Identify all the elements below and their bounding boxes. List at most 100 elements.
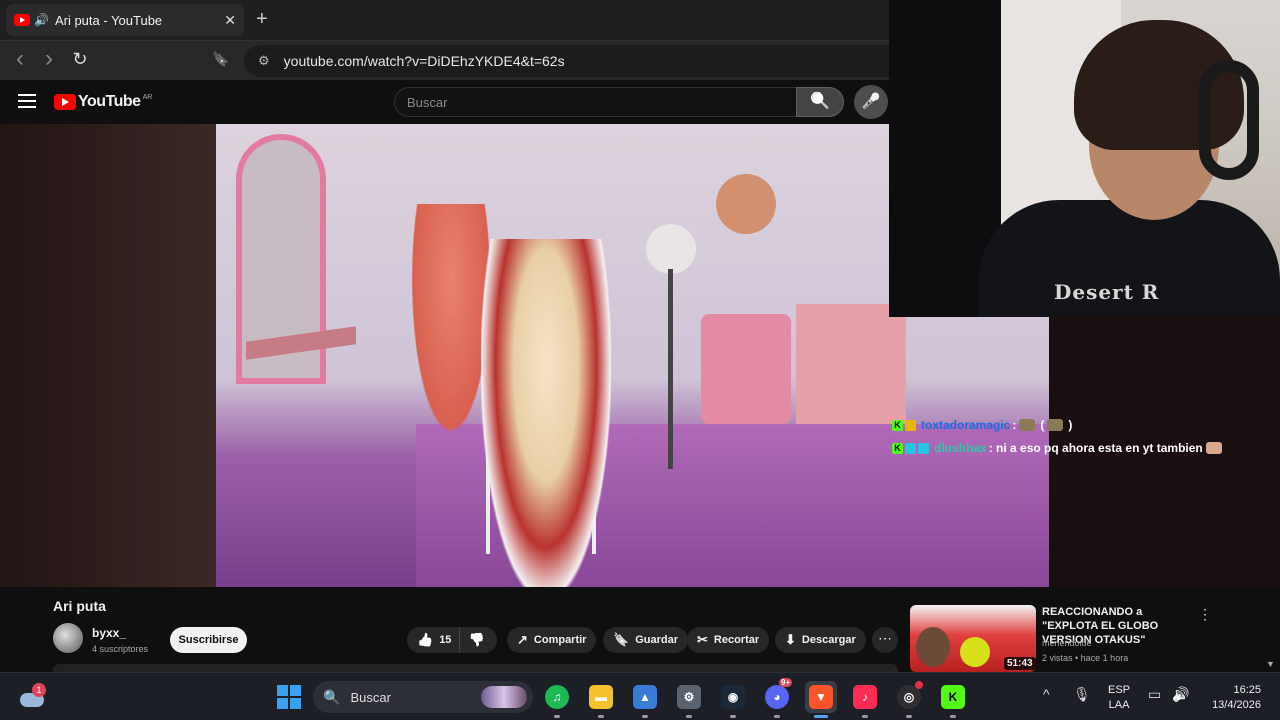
subscribe-button[interactable]: Suscribirse bbox=[170, 627, 247, 653]
thumbnail-face bbox=[916, 627, 950, 667]
youtube-logo[interactable]: YouTube AR bbox=[54, 93, 152, 111]
tiktok-glyph: ♪ bbox=[853, 685, 877, 709]
volume-icon[interactable]: 🔊 bbox=[1172, 686, 1189, 703]
taskbar-app-discord-icon[interactable]: ◕ 9+ bbox=[761, 678, 793, 718]
speaker-icon[interactable]: 🔊 bbox=[34, 13, 49, 27]
more-actions-icon[interactable]: ⋯ bbox=[872, 627, 898, 653]
settings-glyph: ⚙ bbox=[677, 685, 701, 709]
youtube-play-icon bbox=[54, 94, 76, 110]
site-info-icon[interactable]: ⚙ bbox=[258, 53, 270, 69]
running-indicator bbox=[862, 715, 868, 718]
taskbar-app-spotify-icon[interactable]: ♫ bbox=[541, 681, 573, 718]
video-poster bbox=[716, 174, 776, 234]
video-person-seated bbox=[796, 304, 906, 424]
video-info: Ari puta byxx_ 4 suscriptores Suscribirs… bbox=[0, 587, 1280, 672]
chat-text: : bbox=[1012, 418, 1017, 432]
new-tab-button[interactable]: + bbox=[256, 8, 268, 30]
video-title: Ari puta bbox=[53, 598, 106, 614]
clock[interactable]: 16:25 13/4/2026 bbox=[1203, 683, 1261, 713]
like-count: 15 bbox=[439, 634, 452, 646]
back-icon[interactable]: ‹ bbox=[8, 45, 32, 73]
taskbar-app-kick-icon[interactable]: K bbox=[937, 681, 969, 718]
scissors-icon: ✂ bbox=[697, 632, 708, 647]
network-icon[interactable]: ▭ bbox=[1148, 686, 1161, 703]
description-box[interactable] bbox=[53, 664, 898, 672]
search-input[interactable]: Buscar bbox=[394, 87, 797, 117]
close-tab-icon[interactable]: ✕ bbox=[224, 12, 236, 29]
youtube-favicon-icon bbox=[14, 14, 30, 26]
running-indicator bbox=[950, 715, 956, 718]
spotify-glyph: ♫ bbox=[545, 685, 569, 709]
reload-icon[interactable]: ↻ bbox=[68, 49, 92, 70]
clip-button[interactable]: ✂ Recortar bbox=[687, 627, 770, 653]
running-indicator bbox=[814, 715, 828, 718]
chat-message: K toxtadoramagic : ( ) bbox=[892, 418, 1072, 432]
shirt-print: Desert R bbox=[1054, 280, 1160, 304]
recommendation-menu-icon[interactable]: ⋮ bbox=[1198, 606, 1212, 623]
voice-search-icon[interactable]: 🎤 bbox=[854, 85, 888, 119]
taskbar-app-steam-icon[interactable]: ◉ bbox=[717, 681, 749, 718]
bookmark-icon[interactable]: 🔖 bbox=[209, 51, 233, 68]
taskbar-app-brave-icon[interactable]: ▼ bbox=[805, 681, 837, 718]
start-button-icon[interactable] bbox=[277, 685, 301, 709]
microphone-icon[interactable]: 🎙 bbox=[1073, 686, 1091, 703]
recording-indicator-icon bbox=[915, 681, 923, 689]
brave-glyph: ▼ bbox=[809, 685, 833, 709]
scroll-down-icon[interactable]: ▼ bbox=[1266, 659, 1275, 669]
search-highlight-art bbox=[481, 686, 527, 708]
notification-badge: 1 bbox=[32, 683, 46, 697]
running-indicator bbox=[686, 715, 692, 718]
recommendation-meta: 2 vistas • hace 1 hora bbox=[1042, 653, 1129, 663]
video-dryer bbox=[646, 224, 696, 274]
photos-glyph: ▲ bbox=[633, 685, 657, 709]
dislike-button[interactable]: 👎 bbox=[460, 632, 492, 648]
channel-name[interactable]: byxx_ bbox=[92, 626, 126, 640]
running-indicator bbox=[774, 715, 780, 718]
recommendation-channel[interactable]: meriendoide bbox=[1042, 638, 1092, 648]
share-button[interactable]: ↗ Compartir bbox=[507, 627, 597, 653]
hamburger-menu-icon[interactable] bbox=[18, 94, 36, 112]
taskbar-app-photos-icon[interactable]: ▲ bbox=[629, 681, 661, 718]
like-dislike-group: 👍 15 👎 bbox=[407, 627, 497, 653]
search-icon: 🔍 bbox=[323, 688, 341, 705]
webcam-overlay: Desert R bbox=[889, 0, 1280, 317]
weather-widget-icon[interactable]: 1 bbox=[18, 683, 46, 711]
browser-tab[interactable]: 🔊 Ari puta - YouTube ✕ bbox=[6, 4, 244, 36]
forward-icon[interactable]: › bbox=[37, 45, 61, 73]
chat-message: K dlushbax : ni a eso pq ahora esta en y… bbox=[892, 441, 1225, 455]
video-letterbox-left bbox=[0, 124, 216, 587]
discord-glyph: ◕ bbox=[765, 685, 789, 709]
running-indicator bbox=[554, 715, 560, 718]
subscriber-count: 4 suscriptores bbox=[92, 644, 149, 654]
sub-badge-icon bbox=[905, 442, 916, 454]
hidden-icons-chevron-icon[interactable]: ^ bbox=[1043, 686, 1050, 702]
save-icon: 🔖 bbox=[613, 632, 630, 647]
kick-badge-icon: K bbox=[892, 419, 903, 431]
video-pink-chair bbox=[701, 314, 791, 424]
taskbar-app-settings-icon[interactable]: ⚙ bbox=[673, 681, 705, 718]
lang-code: ESP bbox=[1108, 684, 1131, 696]
url-field[interactable]: ⚙ youtube.com/watch?v=DiDEhzYKDE4&t=62s bbox=[244, 45, 890, 77]
discord-badge: 9+ bbox=[779, 678, 793, 687]
like-button[interactable]: 👍 15 bbox=[407, 627, 461, 653]
taskbar-search[interactable]: 🔍 Buscar bbox=[313, 681, 533, 713]
channel-avatar[interactable] bbox=[53, 623, 83, 653]
country-code: AR bbox=[142, 93, 153, 101]
taskbar-app-obs-icon[interactable]: ◎ bbox=[893, 681, 925, 718]
share-label: Compartir bbox=[533, 634, 587, 646]
search-button[interactable]: 🔍 bbox=[796, 87, 844, 117]
like-icon: 👍 bbox=[417, 632, 434, 647]
download-button[interactable]: ⬇ Descargar bbox=[775, 627, 866, 653]
file-explorer-glyph: ▬ bbox=[589, 685, 613, 709]
save-button[interactable]: 🔖 Guardar bbox=[603, 627, 688, 653]
tab-bar: 🔊 Ari puta - YouTube ✕ + bbox=[0, 0, 890, 40]
taskbar-app-file-explorer-icon[interactable]: ▬ bbox=[585, 681, 617, 718]
taskbar-search-label: Buscar bbox=[350, 689, 391, 705]
taskbar-app-tiktok-icon[interactable]: ♪ bbox=[849, 681, 881, 718]
video-duration: 51:43 bbox=[1004, 657, 1036, 670]
emote-icon bbox=[1047, 419, 1064, 431]
youtube-header: YouTube AR Buscar 🔍 🎤 bbox=[0, 81, 890, 124]
headphones-icon bbox=[1199, 60, 1259, 180]
language-indicator[interactable]: ESP LAA bbox=[1108, 683, 1130, 713]
recommendation-thumbnail[interactable]: 51:43 bbox=[910, 605, 1036, 672]
